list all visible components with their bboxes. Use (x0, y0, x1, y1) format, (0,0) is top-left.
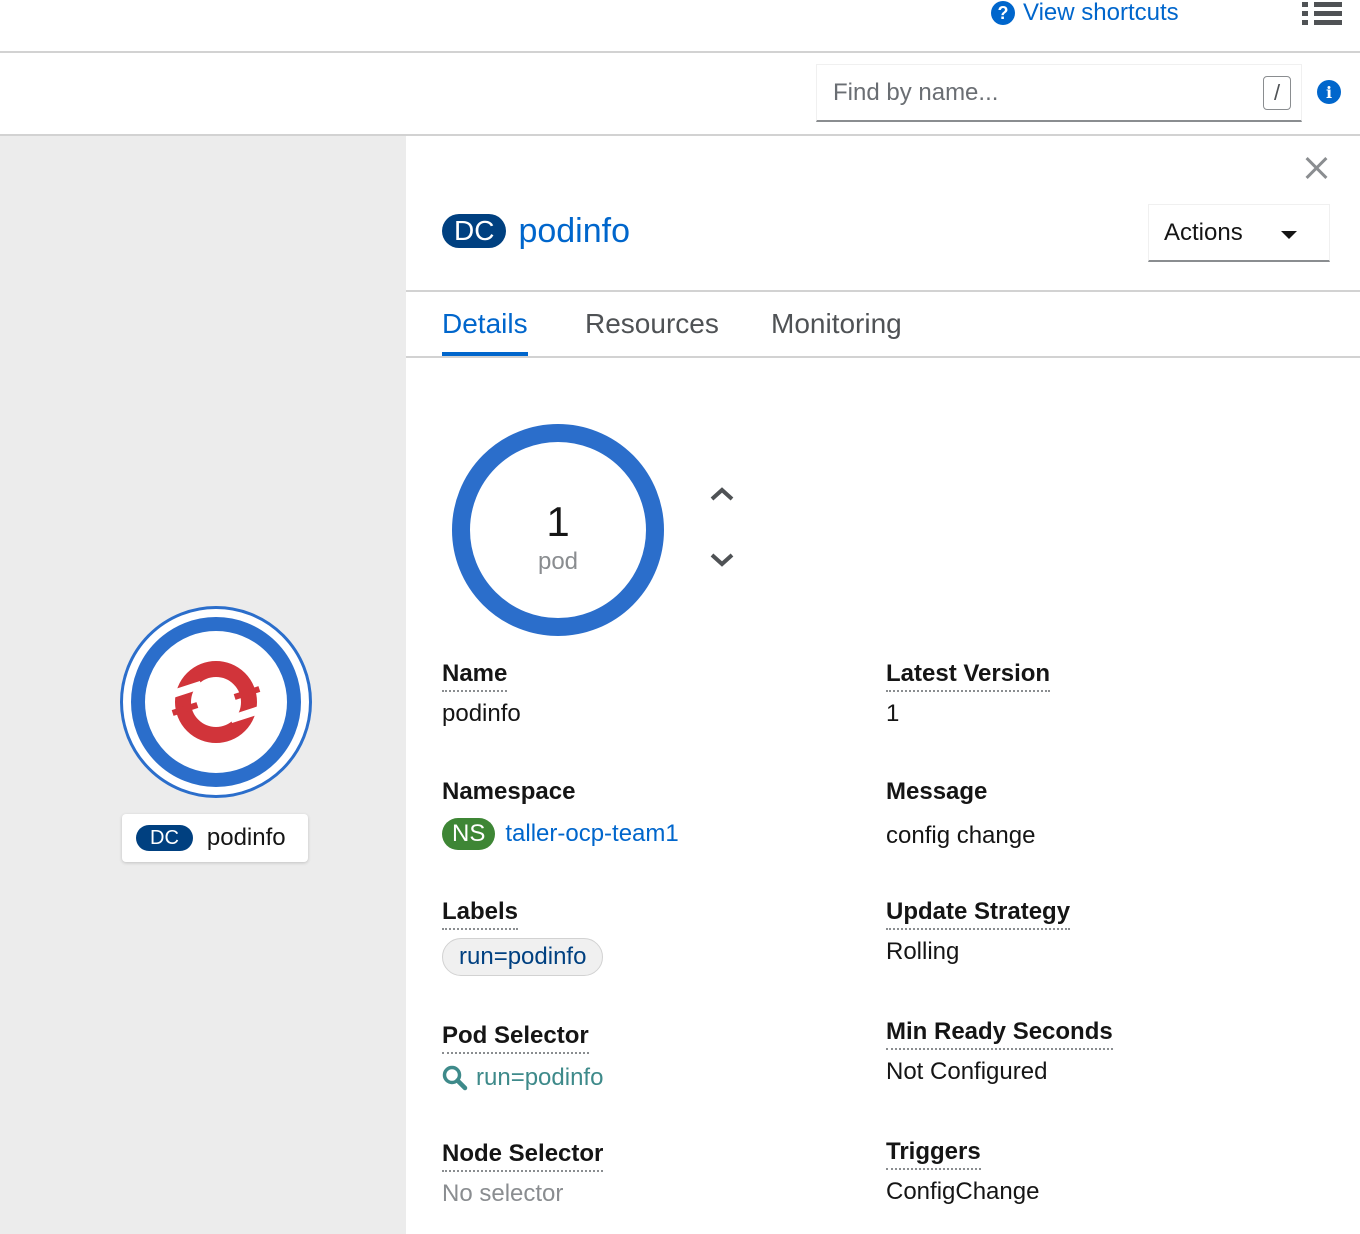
update-strategy-label: Update Strategy (886, 898, 1071, 930)
pod-unit: pod (537, 548, 579, 575)
pod-selector-label: Pod Selector (442, 1022, 589, 1054)
topology-node-podinfo[interactable] (120, 606, 312, 798)
labels-label: Labels (442, 898, 519, 930)
view-shortcuts-link[interactable]: ? View shortcuts (991, 0, 1179, 26)
node-name: podinfo (206, 824, 286, 851)
min-ready-seconds-label: Min Ready Seconds (886, 1018, 1113, 1050)
info-icon[interactable]: i (1317, 80, 1341, 104)
pod-count-donut: 1 pod (452, 424, 664, 636)
scale-down-chevron-icon[interactable] (708, 550, 736, 570)
min-ready-seconds-value: Not Configured (886, 1058, 1048, 1085)
namespace-link[interactable]: taller-ocp-team1 (505, 820, 678, 848)
node-selector-label: Node Selector (442, 1140, 604, 1172)
openshift-logo-icon (167, 661, 265, 743)
tab-resources[interactable]: Resources (585, 292, 719, 356)
namespace-badge: NS (442, 818, 496, 850)
keyboard-shortcut-hint: / (1263, 76, 1291, 110)
triggers-label: Triggers (886, 1138, 981, 1170)
namespace-label: Namespace (442, 778, 576, 805)
close-icon[interactable] (1304, 156, 1328, 180)
field-pod-selector: Pod Selector run=podinfo (442, 1022, 603, 1092)
tab-monitoring[interactable]: Monitoring (771, 292, 902, 356)
search-icon (442, 1065, 468, 1091)
panel-tabs: Details Resources Monitoring (406, 290, 1360, 358)
pod-selector-link[interactable]: run=podinfo (442, 1064, 603, 1092)
triggers-value: ConfigChange (886, 1178, 1040, 1205)
field-latest-version: Latest Version 1 (886, 660, 1051, 728)
filter-toolbar: / i (0, 53, 1360, 136)
node-selector-value: No selector (442, 1180, 564, 1207)
field-namespace: Namespace NS taller-ocp-team1 (442, 778, 679, 850)
node-kind-badge: DC (136, 825, 193, 851)
topology-canvas[interactable]: DC podinfo (0, 136, 406, 1234)
panel-heading: DC podinfo (442, 212, 630, 251)
actions-dropdown[interactable]: Actions (1148, 204, 1330, 262)
resource-kind-badge: DC (442, 214, 507, 248)
field-name: Name podinfo (442, 660, 521, 728)
find-by-name-input[interactable] (817, 65, 1247, 121)
field-update-strategy: Update Strategy Rolling (886, 898, 1071, 966)
namespace-value: NS taller-ocp-team1 (442, 818, 679, 850)
field-min-ready-seconds: Min Ready Seconds Not Configured (886, 1018, 1113, 1086)
list-view-icon[interactable] (1302, 2, 1342, 26)
view-shortcuts-label: View shortcuts (1023, 0, 1179, 26)
scale-up-chevron-icon[interactable] (708, 484, 736, 504)
side-panel: DC podinfo Actions Details Resources Mon… (406, 136, 1360, 1234)
resource-title-link[interactable]: podinfo (518, 212, 630, 251)
field-triggers: Triggers ConfigChange (886, 1138, 1039, 1206)
top-masthead: ? View shortcuts (0, 0, 1360, 53)
latest-version-value: 1 (886, 700, 900, 727)
name-value: podinfo (442, 700, 521, 727)
latest-version-label: Latest Version (886, 660, 1051, 692)
caret-down-icon (1281, 231, 1297, 239)
field-node-selector: Node Selector No selector (442, 1140, 604, 1208)
tab-details[interactable]: Details (442, 292, 528, 356)
field-message: Message config change (886, 778, 1035, 850)
question-circle-icon: ? (991, 1, 1015, 25)
actions-label: Actions (1164, 218, 1243, 246)
find-by-name-field: / (816, 64, 1302, 122)
label-chip[interactable]: run=podinfo (442, 938, 604, 976)
message-label: Message (886, 778, 988, 805)
pod-count: 1 (546, 498, 570, 545)
field-labels: Labels run=podinfo (442, 898, 604, 976)
name-label: Name (442, 660, 508, 692)
node-label[interactable]: DC podinfo (122, 814, 308, 862)
message-value: config change (886, 822, 1036, 849)
update-strategy-value: Rolling (886, 938, 960, 965)
pod-selector-value: run=podinfo (476, 1064, 604, 1091)
